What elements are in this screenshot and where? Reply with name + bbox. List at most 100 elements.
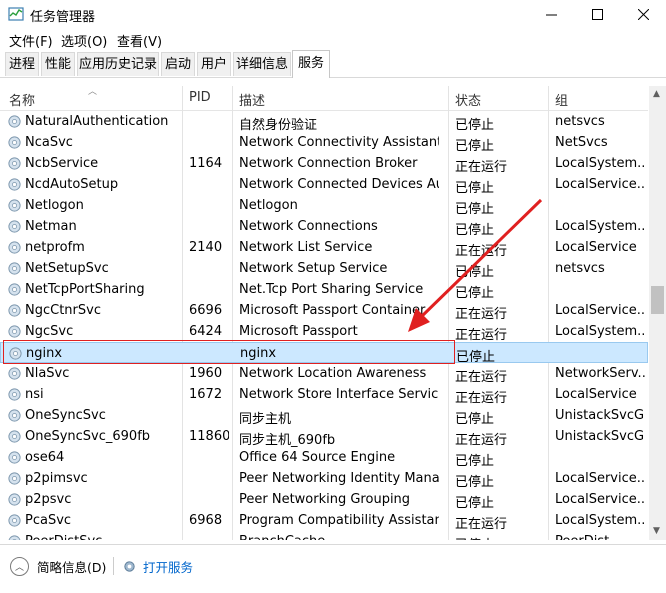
table-row[interactable]: NgcCtnrSvc 6696 Microsoft Passport Contain… (0, 300, 648, 322)
table-row[interactable]: OneSyncSvc_690fb 11860 同步主机_690fb 正在运行 Unist… (0, 426, 648, 448)
column-name[interactable]: 名称 (9, 90, 35, 109)
menu-file[interactable]: 文件(F) (9, 31, 53, 50)
table-row[interactable]: NlaSvc 1960 Network Location Awareness 正在运行… (0, 363, 648, 385)
service-description: Netlogon (239, 198, 298, 213)
scroll-up-icon[interactable]: ▲ (653, 89, 660, 99)
service-group: PeerDist (555, 534, 645, 540)
tab-processes[interactable]: 进程 (5, 52, 39, 76)
table-row[interactable]: OneSyncSvc 同步主机 已停止 UnistackSvcG... (0, 405, 648, 427)
service-status: 已停止 (455, 286, 495, 301)
table-row[interactable]: NcaSvc Network Connectivity Assistant 已停止 N… (0, 132, 648, 154)
service-status: 正在运行 (455, 391, 508, 406)
tab-app-history[interactable]: 应用历史记录 (77, 52, 159, 76)
service-group: LocalService... (555, 471, 645, 486)
window-title: 任务管理器 (30, 10, 96, 25)
table-row[interactable]: netprofm 2140 Network List Service 正在运行 Loca… (0, 237, 648, 259)
tab-services[interactable]: 服务 (292, 50, 330, 78)
service-description: Net.Tcp Port Sharing Service (239, 282, 424, 297)
table-row[interactable]: NcbService 1164 Network Connection Broker 正… (0, 153, 648, 175)
service-description: 同步主机 (239, 412, 292, 427)
service-status: 正在运行 (455, 517, 508, 532)
menu-view[interactable]: 查看(V) (117, 31, 162, 50)
service-status: 正在运行 (455, 307, 508, 322)
service-name: NcbService (25, 156, 99, 171)
table-row[interactable]: p2pimsvc Peer Networking Identity Manager… (0, 468, 648, 490)
service-description: Network Store Interface Service (239, 387, 439, 402)
column-pid[interactable]: PID (189, 90, 211, 105)
service-gear-icon (8, 115, 21, 128)
sort-ascending-icon: ︿ (88, 87, 98, 97)
tab-performance[interactable]: 性能 (41, 52, 75, 76)
service-group: LocalService... (555, 303, 645, 318)
column-description[interactable]: 描述 (239, 90, 265, 109)
table-row[interactable]: NetSetupSvc Network Setup Service 已停止 netsv… (0, 258, 648, 280)
table-row[interactable]: NgcSvc 6424 Microsoft Passport 正在运行 LocalSys… (0, 321, 648, 343)
tab-users[interactable]: 用户 (197, 52, 231, 76)
table-row[interactable]: nsi 1672 Network Store Interface Service 正在… (0, 384, 648, 406)
service-name: OneSyncSvc (25, 408, 106, 423)
service-group: LocalSystem... (555, 513, 645, 528)
menu-options[interactable]: 选项(O) (61, 31, 107, 50)
footer-divider (113, 557, 114, 575)
chevron-up-icon: ︿ (10, 557, 29, 576)
service-gear-icon (8, 178, 21, 191)
service-status: 已停止 (455, 118, 495, 133)
tab-strip: 进程 性能 应用历史记录 启动 用户 详细信息 服务 (0, 50, 666, 78)
annotation-highlight-box (3, 340, 455, 364)
service-gear-icon (8, 514, 21, 527)
scroll-thumb[interactable] (651, 286, 664, 314)
table-row[interactable]: NaturalAuthentication 自然身份验证 已停止 netsvcs (0, 111, 648, 133)
service-status: 正在运行 (455, 433, 508, 448)
service-group: LocalService... (555, 492, 645, 507)
service-gear-icon (8, 304, 21, 317)
table-row[interactable]: ose64 Office 64 Source Engine 已停止 (0, 447, 648, 469)
minimize-button[interactable] (528, 0, 574, 28)
service-description: Network Connections (239, 219, 378, 234)
service-name: p2pimsvc (25, 471, 88, 486)
service-group: LocalService (555, 240, 637, 255)
table-row[interactable]: p2psvc Peer Networking Grouping 已停止 LocalSe… (0, 489, 648, 511)
service-description: Network Connected Devices Aut... (239, 177, 439, 192)
vertical-scrollbar[interactable]: ▲ ▼ (649, 86, 666, 540)
close-button[interactable] (620, 0, 666, 28)
service-name: OneSyncSvc_690fb (25, 429, 151, 444)
table-row[interactable]: PcaSvc 6968 Program Compatibility Assistan… (0, 510, 648, 532)
tab-details[interactable]: 详细信息 (233, 52, 291, 76)
service-group: UnistackSvcG... (555, 429, 645, 444)
table-row[interactable]: NcdAutoSetup Network Connected Devices Au… (0, 174, 648, 196)
service-group: NetworkServ... (555, 366, 645, 381)
service-gear-icon (8, 157, 21, 170)
service-description: BranchCache (239, 534, 439, 540)
service-pid: 6696 (189, 303, 223, 318)
service-group: LocalSystem... (555, 324, 645, 339)
table-row[interactable]: PeerDistSvc BranchCache 已停止 PeerDist (0, 531, 648, 540)
service-status: 已停止 (455, 475, 495, 490)
open-services-link[interactable]: 打开服务 (122, 557, 193, 576)
service-pid: 1164 (189, 156, 223, 171)
service-name: NcaSvc (25, 135, 73, 150)
maximize-button[interactable] (574, 0, 620, 28)
table-row[interactable]: Netlogon Netlogon 已停止 (0, 195, 648, 217)
column-group[interactable]: 组 (555, 90, 568, 109)
minimize-icon (545, 14, 557, 15)
table-row[interactable]: Netman Network Connections 已停止 LocalSystem.… (0, 216, 648, 238)
service-gear-icon (8, 409, 21, 422)
column-status[interactable]: 状态 (455, 90, 481, 109)
service-description: Program Compatibility Assistant ... (239, 513, 439, 528)
title-bar: 任务管理器 (0, 0, 666, 28)
fewer-details-button[interactable]: ︿ 简略信息(D) (10, 557, 106, 576)
scroll-down-icon[interactable]: ▼ (653, 526, 660, 536)
table-row[interactable]: NetTcpPortSharing Net.Tcp Port Sharing Se… (0, 279, 648, 301)
service-description: Network Connection Broker (239, 156, 418, 171)
tab-startup[interactable]: 启动 (161, 52, 195, 76)
service-pid: 1960 (189, 366, 223, 381)
service-status: 正在运行 (455, 370, 508, 385)
services-table: 名称 ︿ PID 描述 状态 组 NaturalAuthentication 自然… (0, 86, 666, 540)
fewer-details-label: 简略信息(D) (37, 560, 107, 575)
service-gear-icon (8, 430, 21, 443)
service-status: 正在运行 (455, 328, 508, 343)
service-description: Network Setup Service (239, 261, 388, 276)
service-name: NetSetupSvc (25, 261, 109, 276)
service-group: netsvcs (555, 114, 605, 129)
service-description: Network Location Awareness (239, 366, 427, 381)
